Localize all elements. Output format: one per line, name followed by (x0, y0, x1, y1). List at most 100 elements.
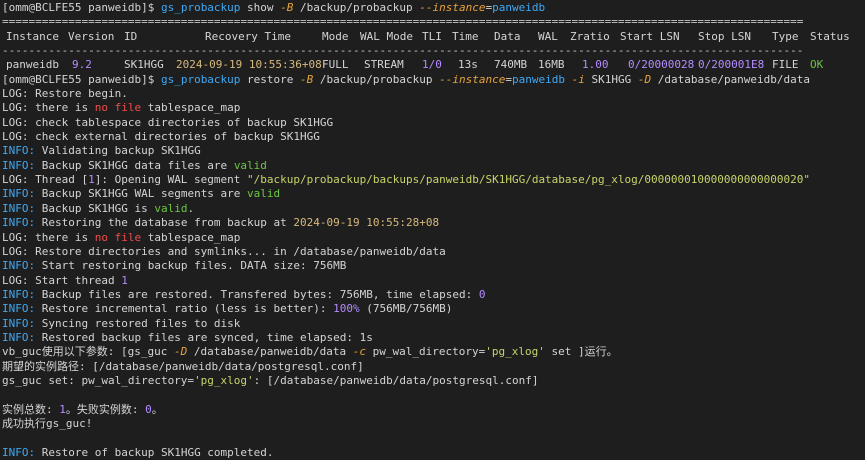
log-text: : [/database/panweidb/data/postgresql.co… (253, 373, 539, 387)
dest-path: /database/panweidb/data (651, 72, 811, 86)
backup-id: SK1HGG (584, 72, 638, 86)
cell-mode: FULL (322, 58, 349, 72)
cell-data: 740MB (494, 58, 528, 72)
quoted-value: 'pg_xlog' (485, 345, 545, 359)
log-text: LOG: Start thread (2, 273, 122, 287)
option-c: -c (352, 345, 367, 359)
log-text: set ]运行。 (544, 345, 618, 359)
thread-number: 1 (121, 273, 128, 287)
info-tag: INFO: (2, 187, 36, 201)
cell-tli: 1/0 (422, 58, 442, 72)
info-line: INFO: Validating backup SK1HGG (2, 144, 863, 158)
info-tag: INFO: (2, 316, 36, 330)
subcommand: show (240, 1, 281, 14)
info-line: INFO: Syncing restored files to disk (2, 317, 863, 331)
subcommand: restore (240, 72, 301, 86)
valid-word: valid (247, 187, 281, 201)
log-text: gs_guc set: pw_wal_directory= (2, 373, 195, 387)
command-line-restore: [omm@BCLFE55 panweidb]$ gs_probackup res… (2, 73, 863, 87)
info-line: INFO: Backup files are restored. Transfe… (2, 288, 863, 302)
info-tag: INFO: (2, 302, 36, 316)
backup-path: /backup/probackup (293, 1, 420, 14)
option-b: -B (280, 1, 294, 14)
info-line: INFO: Backup SK1HGG is valid. (2, 202, 863, 216)
info-line: INFO: Restore of backup SK1HGG completed… (2, 446, 863, 460)
equals-sign: = (505, 72, 512, 86)
log-text: Syncing restored files to disk (35, 316, 241, 330)
option-instance: --instance (419, 1, 486, 14)
log-text: vb_guc使用以下参数: [gs_guc (2, 345, 174, 359)
info-line: INFO: Restored backup files are synced, … (2, 331, 863, 345)
log-line: LOG: there is no file tablespace_map (2, 231, 863, 245)
info-tag: INFO: (2, 158, 36, 172)
col-start-lsn: Start LSN (620, 29, 680, 43)
log-text: pw_wal_directory= (366, 345, 486, 359)
log-text: Restoring the database from backup at (35, 216, 294, 230)
table-header-row: Instance Version ID Recovery Time Mode W… (2, 30, 863, 44)
command-line-show: [omm@BCLFE55 panweidb]$ gs_probackup sho… (2, 1, 863, 15)
quoted-value: 'pg_xlog' (194, 373, 254, 387)
log-line: LOG: Restore begin. (2, 87, 128, 101)
cell-status: OK (810, 58, 824, 72)
info-line: INFO: Backup SK1HGG WAL segments are val… (2, 187, 863, 201)
log-text: Start restoring backup files. DATA size:… (35, 259, 347, 273)
col-tli: TLI (422, 29, 442, 43)
table-rule-top: ========================================… (2, 15, 804, 29)
option-instance: --instance (439, 72, 506, 86)
summary-line: 实例总数: 1。失败实例数: 0。 (2, 403, 863, 417)
cell-version: 9.2 (72, 58, 92, 72)
valid-word: valid (233, 158, 267, 172)
log-text: LOG: Thread [ (2, 173, 89, 187)
info-tag: INFO: (2, 216, 36, 230)
wal-segment-path: "/backup/probackup/backups/panweidb/SK1H… (247, 173, 810, 187)
info-line: INFO: Restore incremental ratio (less is… (2, 302, 863, 316)
log-text: . (187, 201, 195, 215)
total-count: 1 (59, 402, 66, 416)
log-text: 。失败实例数: (65, 402, 146, 416)
log-text: Backup SK1HGG data files are (35, 158, 234, 172)
guc-line: 期望的实例路径: [/database/panweidb/data/postgr… (2, 359, 364, 373)
info-tag: INFO: (2, 259, 36, 273)
shell-prompt: [omm@BCLFE55 panweidb]$ (2, 1, 161, 14)
option-b: -B (300, 72, 314, 86)
col-stop-lsn: Stop LSN (698, 29, 751, 43)
col-status: Status (810, 29, 850, 43)
cell-recovery-time: 2024-09-19 10:55:36+08 (176, 58, 322, 72)
log-text: LOG: there is (2, 230, 95, 244)
cell-stop-lsn: 0/200001E8 (698, 58, 765, 72)
cell-zratio: 1.00 (582, 58, 609, 72)
log-text: Restored backup files are synced, time e… (35, 330, 373, 344)
col-data: Data (494, 29, 521, 43)
backup-path: /backup/probackup (313, 72, 440, 86)
log-text: ]: Opening WAL segment (94, 173, 248, 187)
info-tag: INFO: (2, 445, 36, 459)
failed-count: 0 (145, 402, 152, 416)
log-line: LOG: Thread [1]: Opening WAL segment "/b… (2, 173, 863, 187)
log-text: Validating backup SK1HGG (35, 144, 201, 158)
log-line: LOG: Start thread 1 (2, 274, 863, 288)
info-tag: INFO: (2, 144, 36, 158)
log-text: 。 (151, 402, 163, 416)
command-name: gs_probackup (160, 72, 241, 86)
terminal-window[interactable]: [omm@BCLFE55 panweidb]$ gs_probackup sho… (0, 0, 865, 459)
info-tag: INFO: (2, 287, 36, 301)
col-zratio: Zratio (570, 29, 610, 43)
log-text: /database/panweidb/data (187, 345, 353, 359)
log-line: LOG: Restore directories and symlinks...… (2, 244, 446, 258)
info-line: INFO: Start restoring backup files. DATA… (2, 259, 863, 273)
cell-wal-mode: STREAM (364, 58, 404, 72)
log-text: Restore of backup SK1HGG completed. (35, 445, 274, 459)
table-row: panweidb 9.2 SK1HGG 2024-09-19 10:55:36+… (2, 58, 863, 72)
log-text: Restore incremental ratio (less is bette… (35, 302, 334, 316)
summary-line: 成功执行gs_guc! (2, 416, 93, 430)
valid-word: valid (154, 201, 188, 215)
log-highlight: no file (94, 101, 142, 115)
log-line: LOG: check tablespace directories of bac… (2, 115, 334, 129)
option-i: -i (564, 72, 585, 86)
guc-line: gs_guc set: pw_wal_directory='pg_xlog': … (2, 374, 863, 388)
col-instance: Instance (6, 29, 59, 43)
elapsed-number: 0 (478, 287, 486, 301)
ratio-percent: 100% (333, 302, 360, 316)
log-text: tablespace_map (141, 230, 241, 244)
